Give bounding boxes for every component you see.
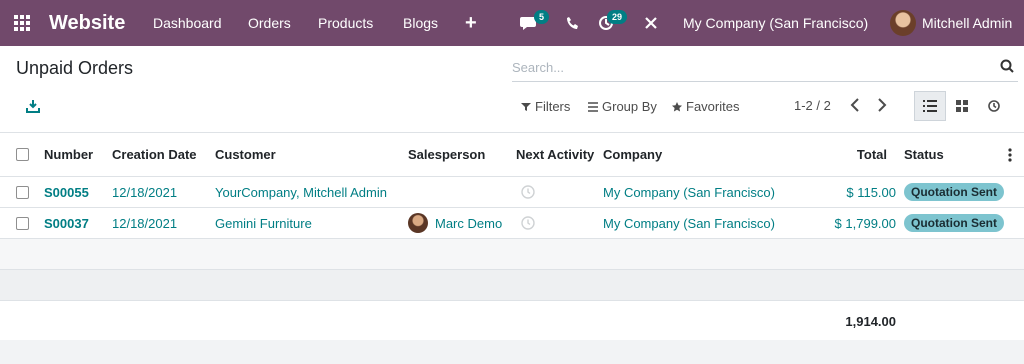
new-content-button[interactable]: +: [465, 0, 477, 46]
pager-value[interactable]: 1-2 / 2: [794, 98, 831, 113]
phone-button[interactable]: [566, 0, 580, 46]
user-avatar: [890, 10, 916, 36]
total: $ 1,799.00: [834, 215, 896, 231]
pager-previous-button[interactable]: [850, 98, 860, 115]
footer-total: 1,914.00: [845, 313, 896, 329]
salesperson: Marc Demo: [408, 208, 502, 238]
view-switcher: [914, 91, 1010, 121]
company: My Company (San Francisco): [603, 215, 775, 231]
col-next-activity[interactable]: Next Activity: [516, 133, 594, 176]
kanban-view-icon: [956, 100, 968, 112]
page-bottom: [0, 340, 1024, 364]
company-switcher[interactable]: My Company (San Francisco): [683, 0, 868, 46]
star-icon: [672, 101, 682, 111]
filters-button[interactable]: Filters: [521, 99, 570, 114]
salesperson-avatar: [408, 213, 428, 233]
search-icon[interactable]: [1000, 59, 1014, 76]
table-header: Number Creation Date Customer Salesperso…: [0, 133, 1024, 177]
creation-date: 12/18/2021: [112, 215, 178, 231]
clock-icon[interactable]: [521, 177, 535, 207]
company: My Company (San Francisco): [603, 184, 775, 200]
col-creation-date[interactable]: Creation Date: [112, 133, 197, 176]
user-menu[interactable]: Mitchell Admin: [890, 0, 1012, 46]
salesperson-name: Marc Demo: [435, 215, 503, 231]
select-all-checkbox[interactable]: [16, 148, 29, 161]
orders-table: Number Creation Date Customer Salesperso…: [0, 132, 1024, 329]
export-button[interactable]: [26, 99, 40, 116]
customer: YourCompany, Mitchell Admin: [215, 184, 387, 200]
list-view-icon: [923, 100, 937, 112]
search-bar: [512, 54, 1018, 82]
menu-dashboard[interactable]: Dashboard: [153, 0, 222, 46]
debug-tools-button[interactable]: [644, 0, 658, 46]
group-by-label: Group By: [602, 99, 657, 114]
search-input[interactable]: [512, 54, 982, 80]
user-name: Mitchell Admin: [922, 15, 1013, 31]
chat-count-badge: 5: [534, 10, 550, 24]
empty-row: [0, 239, 1024, 270]
apps-grid-icon: [14, 15, 30, 31]
top-navbar: Website Dashboard Orders Products Blogs …: [0, 0, 1024, 46]
phone-icon: [567, 17, 578, 29]
order-number: S00055: [44, 184, 89, 200]
activity-count-badge: 29: [607, 10, 628, 24]
chevron-right-icon: [878, 98, 887, 112]
row-checkbox[interactable]: [16, 185, 29, 199]
empty-row: [0, 270, 1024, 301]
menu-products[interactable]: Products: [318, 0, 373, 46]
table-footer: 1,914.00: [0, 301, 1024, 341]
menu-blogs[interactable]: Blogs: [403, 0, 438, 46]
kebab-icon[interactable]: [1008, 133, 1012, 176]
tools-icon: [645, 17, 657, 29]
col-customer[interactable]: Customer: [215, 133, 276, 176]
app-brand[interactable]: Website: [49, 0, 125, 46]
table-row[interactable]: S00055 12/18/2021 YourCompany, Mitchell …: [0, 177, 1024, 208]
activity-view-button[interactable]: [978, 91, 1010, 121]
col-total[interactable]: Total: [830, 133, 887, 176]
col-salesperson[interactable]: Salesperson: [408, 133, 485, 176]
col-company[interactable]: Company: [603, 133, 662, 176]
download-icon: [26, 100, 40, 113]
messaging-button[interactable]: [520, 0, 538, 46]
filter-icon: [521, 102, 531, 111]
col-status[interactable]: Status: [904, 133, 944, 176]
group-by-button[interactable]: Group By: [588, 99, 657, 114]
group-by-icon: [588, 101, 598, 112]
list-view-button[interactable]: [914, 91, 946, 121]
creation-date: 12/18/2021: [112, 184, 178, 200]
favorites-label: Favorites: [686, 99, 740, 114]
pager-next-button[interactable]: [877, 98, 887, 115]
row-checkbox[interactable]: [16, 216, 29, 230]
chevron-left-icon: [850, 98, 859, 112]
filters-label: Filters: [535, 99, 571, 114]
status-badge: Quotation Sent: [904, 183, 1004, 201]
kanban-view-button[interactable]: [946, 91, 978, 121]
customer: Gemini Furniture: [215, 215, 312, 231]
favorites-button[interactable]: Favorites: [672, 99, 739, 114]
menu-orders[interactable]: Orders: [248, 0, 291, 46]
col-number[interactable]: Number: [44, 133, 93, 176]
table-row[interactable]: S00037 12/18/2021 Gemini Furniture Marc …: [0, 208, 1024, 239]
apps-menu-button[interactable]: [14, 0, 36, 46]
order-number: S00037: [44, 215, 89, 231]
activity-view-icon: [988, 100, 1000, 112]
total: $ 115.00: [846, 184, 896, 200]
page-title: Unpaid Orders: [16, 58, 134, 78]
clock-icon[interactable]: [521, 208, 535, 238]
status-badge: Quotation Sent: [904, 214, 1004, 232]
